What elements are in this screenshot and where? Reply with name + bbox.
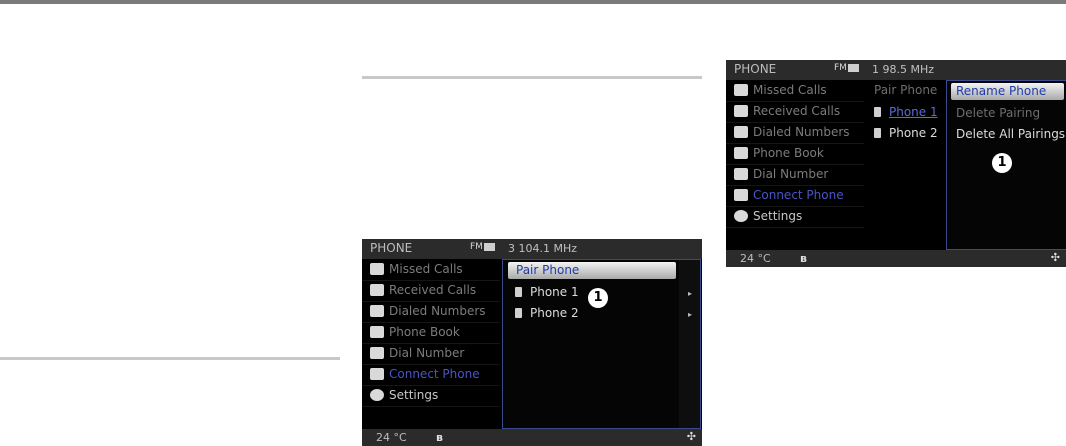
status-footer: 24 °C ʙ ✣ bbox=[726, 250, 1066, 267]
rename-phone-item[interactable]: Rename Phone bbox=[951, 83, 1064, 100]
phone-book-icon bbox=[370, 326, 384, 338]
phone-connected-icon bbox=[874, 107, 881, 117]
top-rule bbox=[0, 0, 1066, 4]
menu-item-phone-book[interactable]: Phone Book bbox=[362, 322, 500, 344]
nav-icon: ✣ bbox=[686, 430, 696, 443]
phone-1-item[interactable]: Phone 1 bbox=[515, 285, 579, 299]
connect-phone-icon bbox=[734, 189, 748, 201]
screen-header: PHONE FM 3 104.1 MHz bbox=[362, 239, 702, 259]
chevron-right-icon[interactable]: ▸ bbox=[688, 289, 692, 298]
nav-icon: ✣ bbox=[1050, 251, 1060, 264]
bluetooth-icon: ʙ bbox=[436, 431, 443, 444]
radio-frequency: 3 104.1 MHz bbox=[508, 242, 578, 255]
screen-title: PHONE bbox=[370, 241, 413, 255]
phone-options-panel: Rename Phone Delete Pairing Delete All P… bbox=[946, 80, 1066, 250]
menu-item-settings[interactable]: Settings bbox=[726, 206, 864, 228]
menu-item-missed-calls[interactable]: Missed Calls bbox=[362, 259, 500, 281]
menu-item-dialed-numbers[interactable]: Dialed Numbers bbox=[726, 122, 864, 144]
phone-icon bbox=[874, 128, 881, 138]
menu-item-connect-phone[interactable]: Connect Phone bbox=[726, 185, 864, 207]
menu-item-missed-calls[interactable]: Missed Calls bbox=[726, 80, 864, 102]
menu-item-connect-phone[interactable]: Connect Phone bbox=[362, 364, 500, 386]
dialed-numbers-icon bbox=[370, 305, 384, 317]
bluetooth-icon: ʙ bbox=[800, 252, 807, 265]
temperature: 24 °C bbox=[376, 431, 407, 444]
phone-2-item[interactable]: Phone 2 bbox=[515, 306, 579, 320]
divider-rule bbox=[362, 76, 702, 79]
missed-calls-icon bbox=[370, 263, 384, 275]
scroll-column[interactable] bbox=[679, 260, 700, 428]
menu-item-dialed-numbers[interactable]: Dialed Numbers bbox=[362, 301, 500, 323]
callout-badge: 1 bbox=[992, 153, 1012, 173]
temperature: 24 °C bbox=[740, 252, 771, 265]
phone-1-item[interactable]: Phone 1 bbox=[874, 105, 938, 119]
dial-number-icon bbox=[370, 347, 384, 359]
fm-indicator: FM bbox=[470, 242, 495, 252]
menu-item-phone-book[interactable]: Phone Book bbox=[726, 143, 864, 165]
menu-item-settings[interactable]: Settings bbox=[362, 385, 500, 407]
missed-calls-icon bbox=[734, 84, 748, 96]
phone-book-icon bbox=[734, 147, 748, 159]
received-calls-icon bbox=[370, 284, 384, 296]
phone-2-item[interactable]: Phone 2 bbox=[874, 126, 938, 140]
divider-rule bbox=[0, 357, 340, 360]
phone-screen-2: PHONE FM 1 98.5 MHz Missed Calls Receive… bbox=[726, 60, 1066, 267]
dial-number-icon bbox=[734, 168, 748, 180]
screen-header: PHONE FM 1 98.5 MHz bbox=[726, 60, 1066, 80]
phone-icon bbox=[515, 308, 522, 318]
menu-item-received-calls[interactable]: Received Calls bbox=[362, 280, 500, 302]
settings-icon bbox=[370, 389, 384, 401]
phone-connected-icon bbox=[515, 287, 522, 297]
phone-screen-1: PHONE FM 3 104.1 MHz Missed Calls Receiv… bbox=[362, 239, 702, 446]
menu-item-received-calls[interactable]: Received Calls bbox=[726, 101, 864, 123]
received-calls-icon bbox=[734, 105, 748, 117]
status-footer: 24 °C ʙ ✣ bbox=[362, 429, 702, 446]
pair-phone-item[interactable]: Pair Phone bbox=[508, 262, 676, 279]
radio-icon bbox=[483, 242, 495, 251]
fm-indicator: FM bbox=[834, 63, 859, 73]
chevron-right-icon[interactable]: ▸ bbox=[688, 310, 692, 319]
radio-icon bbox=[847, 63, 859, 72]
pairing-panel: Pair Phone Phone 1 Phone 2 ▸ ▸ 1 bbox=[502, 259, 701, 429]
delete-all-pairings-item[interactable]: Delete All Pairings bbox=[956, 127, 1065, 141]
pair-phone-column-title: Pair Phone bbox=[874, 83, 938, 97]
menu-item-dial-number[interactable]: Dial Number bbox=[362, 343, 500, 365]
radio-frequency: 1 98.5 MHz bbox=[872, 63, 935, 76]
delete-pairing-item[interactable]: Delete Pairing bbox=[956, 106, 1040, 120]
callout-badge: 1 bbox=[588, 288, 608, 308]
dialed-numbers-icon bbox=[734, 126, 748, 138]
menu-item-dial-number[interactable]: Dial Number bbox=[726, 164, 864, 186]
screen-title: PHONE bbox=[734, 62, 777, 76]
connect-phone-icon bbox=[370, 368, 384, 380]
settings-icon bbox=[734, 210, 748, 222]
